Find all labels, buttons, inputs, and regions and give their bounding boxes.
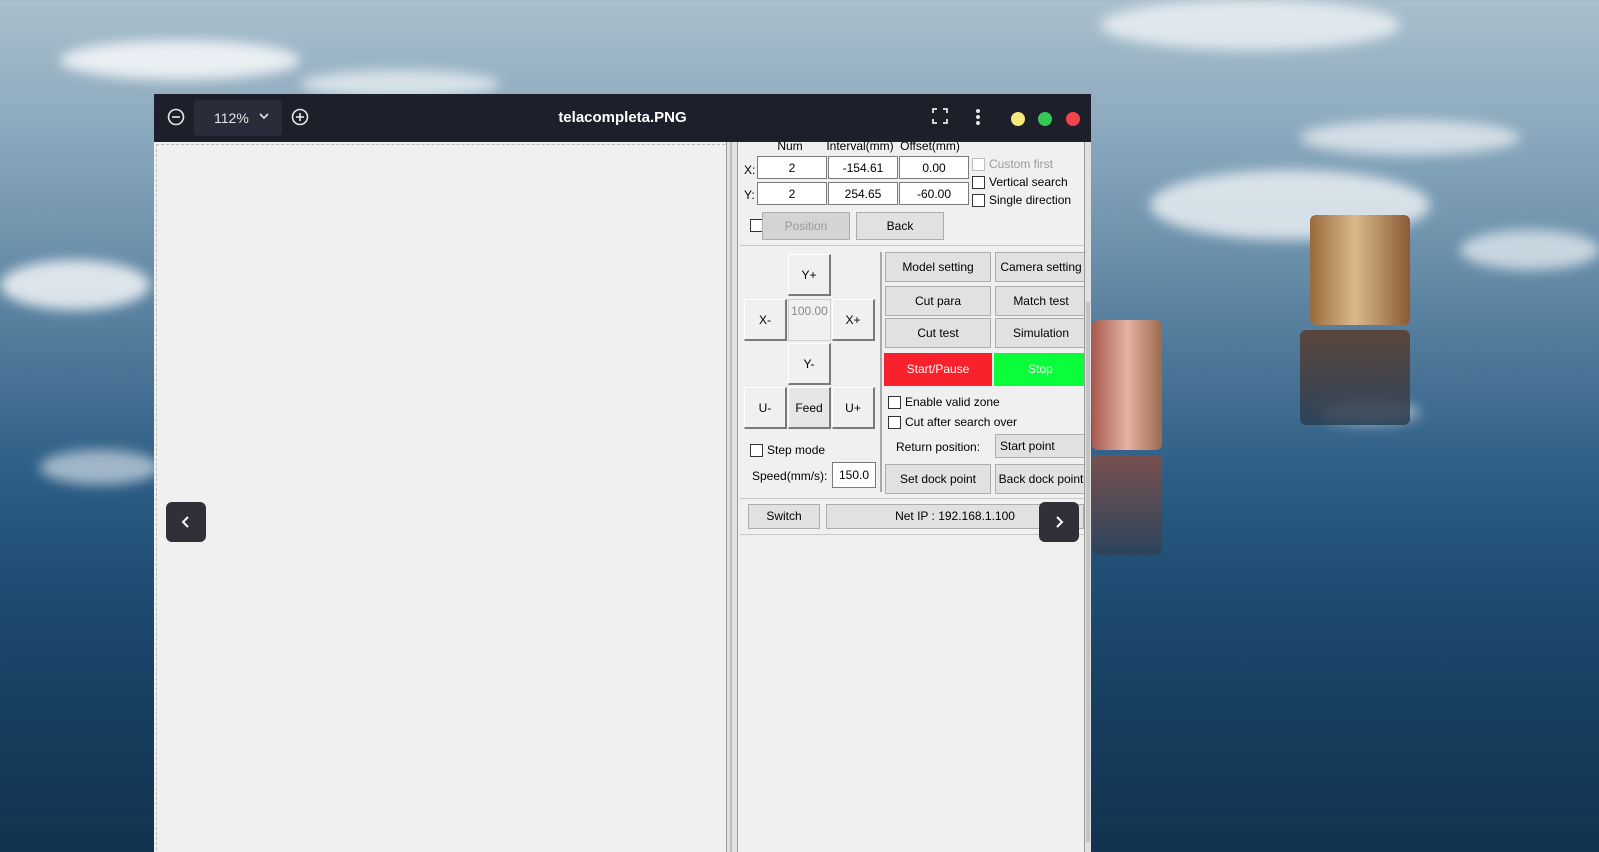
y-offset-field[interactable]: -60.00 <box>899 182 969 205</box>
header-offset: Offset(mm) <box>900 142 960 153</box>
feed-button[interactable]: Feed <box>788 387 831 429</box>
zoom-level-value: 112% <box>214 110 249 126</box>
y-num-field[interactable]: 2 <box>757 182 827 205</box>
separator <box>880 252 882 492</box>
separator <box>740 245 1084 246</box>
cut-after-search-checkbox[interactable] <box>888 416 901 429</box>
image-content: Num Interval(mm) Offset(mm) X: 2 -154.61… <box>154 142 1091 852</box>
jog-y-minus-button[interactable]: Y- <box>788 343 831 385</box>
step-mode-checkbox[interactable] <box>750 444 763 457</box>
minimize-button[interactable] <box>1011 112 1025 126</box>
speed-label: Speed(mm/s): <box>752 469 828 483</box>
switch-button[interactable]: Switch <box>748 504 820 529</box>
x-num-field[interactable]: 2 <box>757 156 827 179</box>
vertical-search-checkbox[interactable] <box>972 176 985 189</box>
maximize-button[interactable] <box>1038 112 1052 126</box>
header-interval: Interval(mm) <box>826 142 894 153</box>
x-offset-field[interactable]: 0.00 <box>899 156 969 179</box>
next-image-button[interactable] <box>1039 502 1079 542</box>
single-direction-label: Single direction <box>989 193 1072 207</box>
enable-valid-zone-checkbox[interactable] <box>888 396 901 409</box>
previous-image-button[interactable] <box>166 502 206 542</box>
simulation-button[interactable]: Simulation <box>995 318 1087 348</box>
chevron-left-icon <box>181 516 189 528</box>
jog-u-minus-button[interactable]: U- <box>744 387 787 429</box>
vertical-scrollbar[interactable] <box>1084 142 1091 852</box>
jog-u-plus-button[interactable]: U+ <box>832 387 875 429</box>
viewer-titlebar: 112% telacompleta.PNG <box>154 94 1091 142</box>
step-mode-label: Step mode <box>767 443 826 457</box>
stop-button[interactable]: Stop <box>994 353 1087 386</box>
jog-y-plus-button[interactable]: Y+ <box>788 254 831 296</box>
cut-after-search-label: Cut after search over <box>905 415 1018 429</box>
speed-field[interactable]: 150.0 <box>832 462 876 488</box>
return-position-value: Start point <box>1000 439 1055 453</box>
jog-step-field[interactable]: 100.00 <box>788 299 831 341</box>
more-options-icon[interactable] <box>968 108 988 128</box>
jog-x-plus-button[interactable]: X+ <box>832 299 875 341</box>
zoom-out-icon[interactable] <box>166 108 186 128</box>
scrollbar-thumb[interactable] <box>1086 302 1090 842</box>
zoom-level-dropdown[interactable]: 112% <box>194 100 282 136</box>
y-interval-field[interactable]: 254.65 <box>828 182 898 205</box>
canvas-area <box>156 144 725 852</box>
x-interval-field[interactable]: -154.61 <box>828 156 898 179</box>
row-x-label: X: <box>744 163 756 177</box>
custom-first-checkbox[interactable] <box>972 158 985 171</box>
camera-setting-button[interactable]: Camera setting <box>995 252 1087 282</box>
single-direction-checkbox[interactable] <box>972 194 985 207</box>
image-viewer-window: 112% telacompleta.PNG Num Interval(mm) O… <box>154 94 1091 852</box>
set-dock-point-button[interactable]: Set dock point <box>885 464 991 494</box>
control-panel: Num Interval(mm) Offset(mm) X: 2 -154.61… <box>740 142 1087 852</box>
chevron-down-icon <box>258 100 270 136</box>
fullscreen-icon[interactable] <box>930 108 950 128</box>
model-setting-button[interactable]: Model setting <box>885 252 991 282</box>
enable-valid-zone-label: Enable valid zone <box>905 395 1000 409</box>
start-pause-button[interactable]: Start/Pause <box>884 353 992 386</box>
position-button[interactable]: Position <box>762 212 850 240</box>
zoom-in-icon[interactable] <box>290 108 310 128</box>
cut-test-button[interactable]: Cut test <box>885 318 991 348</box>
jog-x-minus-button[interactable]: X- <box>744 299 787 341</box>
header-num: Num <box>777 142 803 153</box>
row-y-label: Y: <box>744 188 755 202</box>
back-dock-point-button[interactable]: Back dock point <box>995 464 1087 494</box>
separator <box>740 534 1084 535</box>
custom-first-label: Custom first <box>989 157 1054 171</box>
vertical-search-label: Vertical search <box>989 175 1068 189</box>
close-button[interactable] <box>1066 112 1080 126</box>
match-test-button[interactable]: Match test <box>995 286 1087 316</box>
chevron-right-icon <box>1056 516 1064 528</box>
panel-splitter[interactable] <box>726 142 738 852</box>
cut-para-button[interactable]: Cut para <box>885 286 991 316</box>
separator <box>740 498 1084 499</box>
return-position-label: Return position: <box>896 440 981 454</box>
return-position-select[interactable]: Start point <box>995 434 1087 458</box>
back-button[interactable]: Back <box>856 212 944 240</box>
